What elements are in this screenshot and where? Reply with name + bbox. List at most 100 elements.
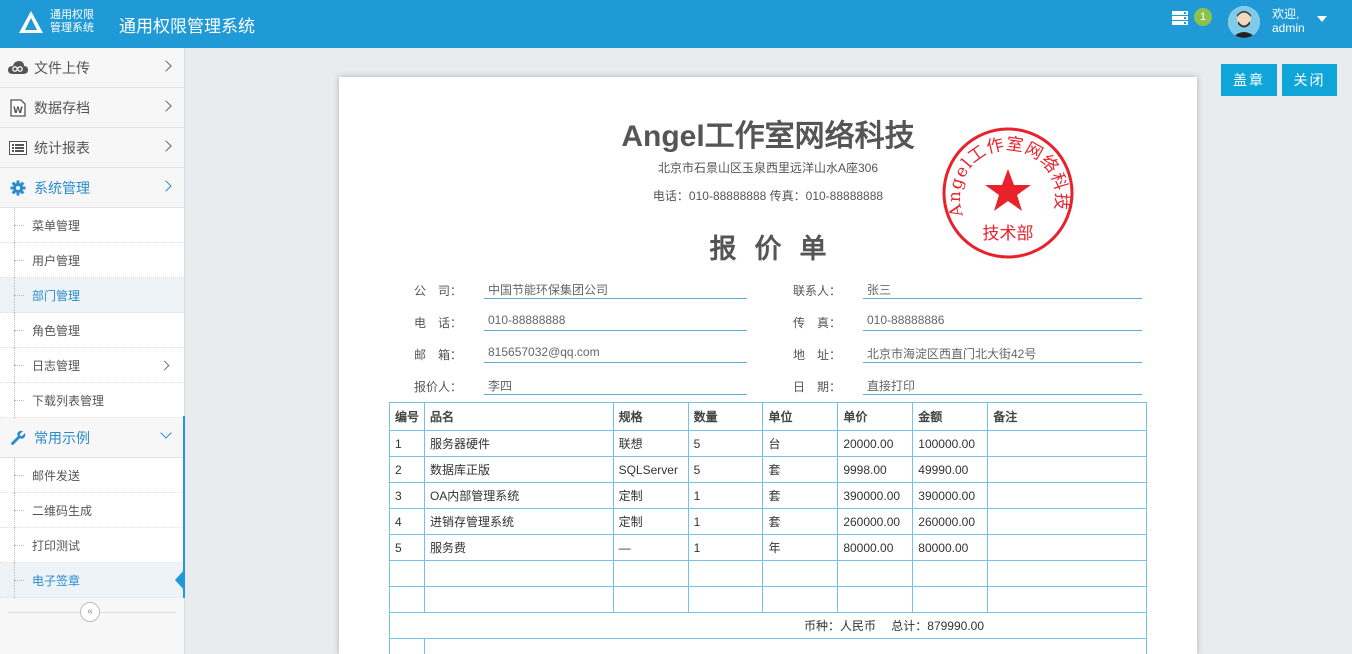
sidebar-subitem-e-signature[interactable]: 电子签章 — [0, 563, 185, 598]
email-field: 815657032@qq.com — [484, 345, 747, 363]
sidebar-subitem-log-management[interactable]: 日志管理 — [0, 348, 184, 383]
logo-text: 通用权限 管理系统 — [50, 9, 94, 35]
table-header-row: 编号 品名 规格 数量 单位 单价 金额 备注 — [389, 402, 1147, 431]
table-cell: 260000.00 — [837, 508, 914, 535]
sidebar-item-label: 文件上传 — [34, 59, 90, 76]
table-cell: 80000.00 — [912, 534, 989, 561]
address-field: 北京市海淀区西直门北大街42号 — [863, 345, 1142, 363]
email-field-label: 邮 箱： — [413, 348, 462, 362]
table-cell: 20000.00 — [837, 430, 914, 457]
contact-field: 张三 — [863, 281, 1142, 299]
column-header: 编号 — [389, 402, 425, 431]
sidebar-subitem-department-management[interactable]: 部门管理 — [0, 278, 184, 313]
table-cell: 5 — [389, 534, 425, 561]
sidebar-subitem-qrcode[interactable]: 二维码生成 — [0, 493, 184, 528]
notification-badge[interactable]: 1 — [1194, 8, 1212, 26]
chevron-right-icon — [160, 180, 172, 192]
logo-text-line1: 通用权限 — [50, 9, 94, 21]
table-cell: 390000.00 — [912, 482, 989, 509]
table-cell — [987, 482, 1147, 509]
app-logo[interactable]: 通用权限 管理系统 — [18, 9, 94, 35]
table-cell: 套 — [762, 508, 839, 535]
logo-text-line2: 管理系统 — [50, 22, 94, 34]
sidebar-subitem-menu-management[interactable]: 菜单管理 — [0, 208, 184, 243]
list-icon — [8, 139, 28, 157]
column-header: 单价 — [837, 402, 914, 431]
table-cell: 服务器硬件 — [423, 430, 614, 457]
tel-field-label: 电 话： — [413, 316, 462, 330]
sidebar-item-label: 常用示例 — [34, 429, 90, 446]
sidebar-subitem-label: 用户管理 — [32, 253, 81, 268]
stamp-button[interactable]: 盖章 — [1221, 64, 1277, 96]
table-cell: 1 — [687, 534, 764, 561]
table-cell: 5 — [687, 456, 764, 483]
table-cell — [987, 534, 1147, 561]
table-cell: 1 — [687, 482, 764, 509]
sidebar-subitem-label: 打印测试 — [32, 538, 81, 553]
table-cell: 1 — [389, 430, 425, 457]
sidebar-subitem-label: 日志管理 — [32, 358, 81, 373]
sidebar-subitem-label: 二维码生成 — [32, 503, 93, 518]
sidebar-subitem-label: 邮件发送 — [32, 468, 81, 483]
sidebar-item-system-management[interactable]: 系统管理 — [0, 168, 184, 208]
column-header: 单位 — [762, 402, 839, 431]
table-cell: 服务费 — [423, 534, 614, 561]
table-cell: 数据库正版 — [423, 456, 614, 483]
logo-icon — [18, 9, 44, 35]
user-avatar[interactable] — [1228, 6, 1260, 38]
table-row: 3 OA内部管理系统 定制 1 套 390000.00 390000.00 — [389, 482, 1147, 509]
table-cell: 80000.00 — [837, 534, 914, 561]
sidebar-item-reports[interactable]: 统计报表 — [0, 128, 184, 168]
wrench-icon — [8, 429, 28, 447]
sidebar: 文件上传 W 数据存档 统计报表 系统管理 菜单管理 用户管理 部门管理 角色管… — [0, 48, 185, 654]
server-icon[interactable] — [1172, 11, 1188, 25]
chevron-right-icon — [160, 100, 172, 112]
table-cell: 4 — [389, 508, 425, 535]
sidebar-subitem-role-management[interactable]: 角色管理 — [0, 313, 184, 348]
table-cell: 联想 — [612, 430, 689, 457]
table-cell: 1 — [687, 508, 764, 535]
table-summary-row: 币种：人民币 总计：879990.00 — [389, 612, 1147, 639]
company-seal: Angel工作室网络科技 技术部 — [942, 127, 1074, 259]
company-field-label: 公 司： — [413, 284, 462, 298]
sidebar-item-data-archive[interactable]: W 数据存档 — [0, 88, 184, 128]
seal-dept-text: 技术部 — [983, 224, 1034, 244]
active-section-indicator — [183, 416, 185, 598]
table-row: 2 数据库正版 SQLServer 5 套 9998.00 49990.00 — [389, 456, 1147, 483]
table-cell: 台 — [762, 430, 839, 457]
table-cell: 9998.00 — [837, 456, 914, 483]
sidebar-subitem-label: 角色管理 — [32, 323, 81, 338]
collapse-sidebar-button[interactable]: « — [80, 602, 100, 622]
table-cell — [987, 430, 1147, 457]
sidebar-collapse-row: « — [0, 598, 184, 626]
sidebar-subitem-download-list[interactable]: 下载列表管理 — [0, 383, 184, 418]
date-field: 直接打印 — [863, 377, 1142, 395]
table-cell — [987, 456, 1147, 483]
sidebar-item-file-upload[interactable]: 文件上传 — [0, 48, 184, 88]
sidebar-subitem-print-test[interactable]: 打印测试 — [0, 528, 184, 563]
sidebar-item-label: 系统管理 — [34, 179, 90, 196]
sidebar-subitem-user-management[interactable]: 用户管理 — [0, 243, 184, 278]
user-menu-caret-icon[interactable] — [1317, 16, 1327, 22]
column-header: 备注 — [987, 402, 1147, 431]
company-field: 中国节能环保集团公司 — [484, 281, 747, 299]
username: admin — [1272, 21, 1305, 35]
sidebar-subitem-send-email[interactable]: 邮件发送 — [0, 458, 184, 493]
column-header: 规格 — [612, 402, 689, 431]
table-row: 5 服务费 — 1 年 80000.00 80000.00 — [389, 534, 1147, 561]
chevron-right-icon — [160, 60, 172, 72]
table-cell: 进销存管理系统 — [423, 508, 614, 535]
sidebar-subitem-label: 电子签章 — [32, 573, 81, 588]
gear-icon — [8, 179, 28, 197]
table-row-empty — [389, 560, 1147, 587]
date-field-label: 日 期： — [792, 380, 841, 394]
total-summary: 币种：人民币 总计：879990.00 — [389, 612, 1147, 639]
sidebar-item-label: 统计报表 — [34, 139, 90, 156]
fax-field: 010-88888886 — [863, 313, 1142, 331]
column-header: 金额 — [912, 402, 989, 431]
sidebar-item-common-examples[interactable]: 常用示例 — [0, 418, 184, 458]
table-cell: 5 — [687, 430, 764, 457]
table-cell: OA内部管理系统 — [423, 482, 614, 509]
close-button[interactable]: 关闭 — [1282, 64, 1337, 96]
table-cell: — — [612, 534, 689, 561]
